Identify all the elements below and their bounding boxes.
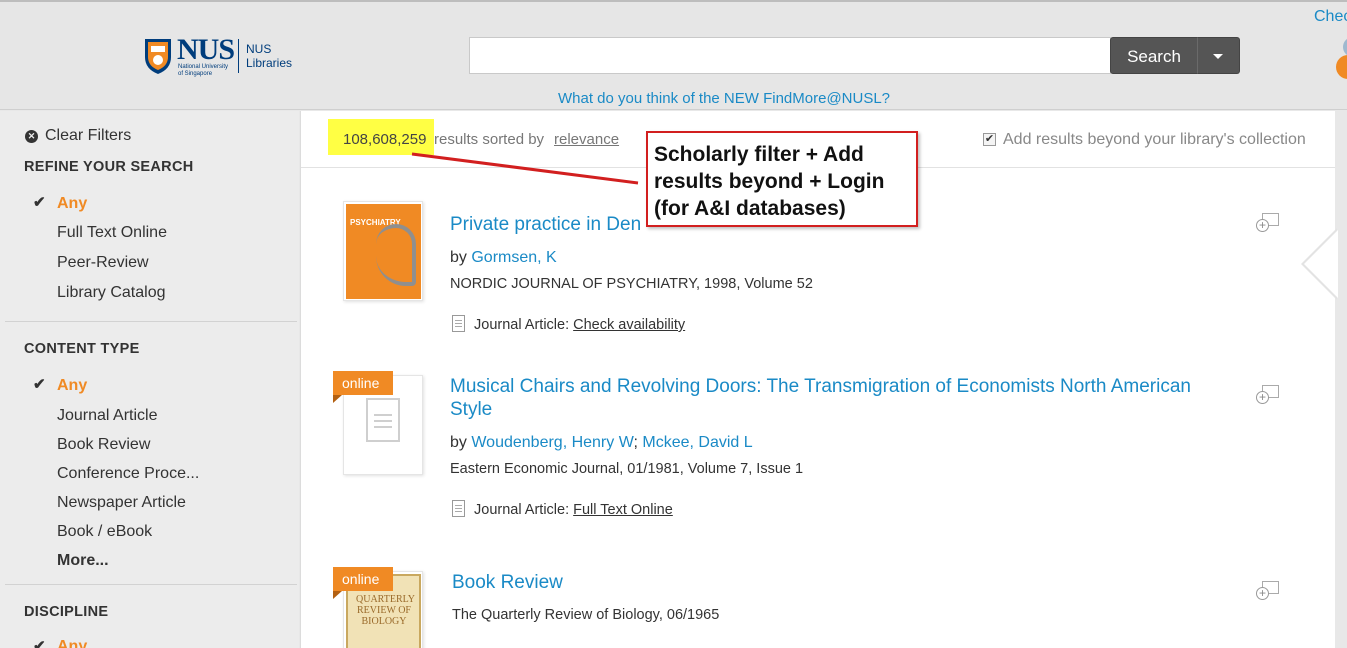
right-scroll-strip	[1335, 111, 1347, 648]
refine-item-library-catalog[interactable]: Library Catalog	[57, 284, 166, 302]
full-text-online-link[interactable]: Full Text Online	[573, 502, 673, 518]
checkmark-icon: ✔	[33, 376, 46, 393]
clear-filters-button[interactable]: ✕ Clear Filters	[25, 127, 131, 145]
sidebar-divider	[5, 321, 297, 322]
header: NUS National University of Singapore NUS…	[0, 0, 1347, 110]
logo-divider	[238, 39, 239, 73]
format-label: Journal Article:	[474, 502, 570, 518]
result-format: Journal Article: Full Text Online	[452, 500, 673, 518]
online-badge: online	[333, 371, 393, 403]
feedback-link[interactable]: What do you think of the NEW FindMore@NU…	[558, 90, 890, 107]
result-source: NORDIC JOURNAL OF PSYCHIATRY, 1998, Volu…	[450, 276, 813, 292]
result-count: 108,608,259	[343, 131, 427, 148]
search-input[interactable]	[469, 37, 1111, 74]
sort-relevance-link[interactable]: relevance	[554, 131, 619, 148]
side-widget-orange[interactable]	[1336, 55, 1347, 79]
refine-item-peer-review[interactable]: Peer-Review	[57, 254, 149, 272]
add-to-folder-icon[interactable]: +	[1256, 581, 1280, 601]
clear-filters-label: Clear Filters	[45, 127, 132, 144]
close-circle-icon: ✕	[25, 130, 38, 143]
head-profile-graphic	[376, 224, 416, 286]
checkmark-icon: ✔	[33, 194, 46, 211]
by-label: by	[450, 434, 467, 451]
result-thumbnail[interactable]: PSYCHIATRY	[343, 201, 423, 301]
refine-item-full-text[interactable]: Full Text Online	[57, 224, 167, 242]
result-source: Eastern Economic Journal, 01/1981, Volum…	[450, 461, 804, 477]
result-byline: by Woudenberg, Henry W; Mckee, David L	[450, 434, 753, 451]
by-label: by	[450, 249, 467, 266]
discipline-item-any[interactable]: Any	[57, 638, 87, 648]
refine-item-any[interactable]: Any	[57, 195, 87, 213]
author-link[interactable]: Woudenberg, Henry W	[471, 434, 633, 451]
cover-title: QUARTERLY REVIEW OF BIOLOGY	[356, 594, 415, 627]
content-type-item-newspaper[interactable]: Newspaper Article	[57, 494, 186, 512]
side-widget-blue[interactable]	[1343, 37, 1347, 57]
logo-subtext: National University of Singapore	[178, 64, 229, 77]
checkmark-icon: ✔	[33, 638, 46, 648]
check-availability-link[interactable]: Check availability	[573, 317, 685, 333]
result-byline: by Gormsen, K	[450, 249, 557, 267]
add-to-folder-icon[interactable]: +	[1256, 213, 1280, 233]
content-type-item-book[interactable]: Book / eBook	[57, 523, 152, 541]
content-type-item-book-review[interactable]: Book Review	[57, 436, 150, 454]
sorted-by-label: results sorted by	[434, 131, 545, 148]
beyond-collection-checkbox[interactable]: ✔	[983, 133, 996, 146]
content-type-item-conference[interactable]: Conference Proce...	[57, 465, 199, 483]
content-type-item-journal-article[interactable]: Journal Article	[57, 407, 158, 425]
add-to-folder-icon[interactable]: +	[1256, 385, 1280, 405]
document-placeholder-icon	[366, 398, 400, 442]
journal-cover-image: PSYCHIATRY	[346, 204, 421, 299]
annotation-callout: Scholarly filter + Add results beyond + …	[646, 131, 918, 227]
sidebar-divider	[5, 584, 297, 585]
refine-section-title: REFINE YOUR SEARCH	[24, 159, 194, 175]
search-button[interactable]: Search	[1110, 37, 1198, 74]
nus-crest-icon	[145, 39, 171, 74]
document-icon	[452, 315, 465, 332]
filter-sidebar: ✕ Clear Filters REFINE YOUR SEARCH ✔ Any …	[0, 111, 299, 648]
search-options-dropdown[interactable]	[1197, 37, 1240, 74]
format-label: Journal Article:	[474, 317, 570, 333]
result-source: The Quarterly Review of Biology, 06/1965	[452, 607, 720, 623]
details-pointer-inner	[1304, 230, 1338, 298]
logo-wordmark: NUS	[177, 33, 235, 66]
discipline-section-title: DISCIPLINE	[24, 604, 109, 620]
content-type-section-title: CONTENT TYPE	[24, 341, 140, 357]
content-type-item-any[interactable]: Any	[57, 377, 87, 395]
result-title[interactable]: Book Review	[452, 571, 563, 594]
beyond-collection-label[interactable]: Add results beyond your library's collec…	[1003, 131, 1306, 149]
document-icon	[452, 500, 465, 517]
result-format: Journal Article: Check availability	[452, 315, 685, 333]
content-type-more-link[interactable]: More...	[57, 552, 109, 570]
logo-libraries: NUS Libraries	[246, 42, 293, 70]
author-link[interactable]: Gormsen, K	[471, 249, 556, 266]
check-link[interactable]: Chec	[1314, 8, 1347, 26]
result-title[interactable]: Musical Chairs and Revolving Doors: The …	[450, 375, 1230, 421]
nus-logo[interactable]: NUS National University of Singapore NUS…	[143, 35, 295, 79]
author-link[interactable]: Mckee, David L	[642, 434, 752, 451]
result-title[interactable]: Private practice in Den	[450, 213, 641, 236]
online-badge: online	[333, 567, 393, 599]
